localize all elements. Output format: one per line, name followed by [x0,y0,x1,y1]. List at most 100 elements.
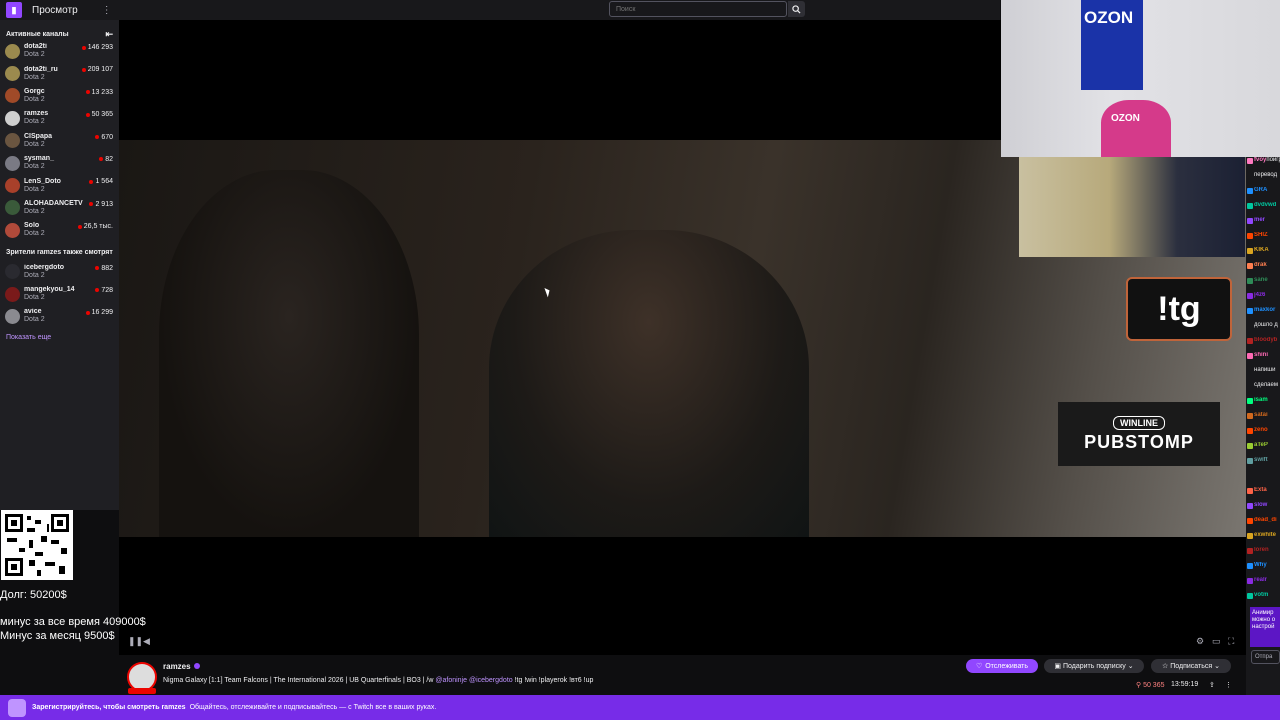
sidebar-channel-ramzes[interactable]: ramzes Dota 2 50 365 [0,107,119,129]
minus-all-time-text: минус за все время 409000$ [0,616,146,628]
mention-link-1[interactable]: @afoninje [435,677,467,684]
chat-username[interactable]: votm [1254,592,1268,598]
chat-message: j4z6 [1246,292,1280,307]
chat-badge-icon [1247,338,1253,344]
chat-username[interactable]: KIKA [1254,247,1269,253]
chat-username[interactable]: dead_di [1254,517,1277,523]
settings-gear-icon[interactable]: ⚙ [1196,636,1204,647]
chat-username[interactable]: realr [1254,577,1267,583]
live-dot-icon [85,90,90,95]
uptime: 13:59:19 [1171,681,1199,688]
sidebar-channel-icebergdoto[interactable]: icebergdoto Dota 2 882 [0,261,119,283]
channel-viewers: 1 564 [95,178,113,186]
chat-username[interactable]: slow [1254,502,1267,508]
pubstomp-logo-text: PUBSTOMP [1084,431,1194,452]
mention-link-2[interactable]: @icebergdoto [469,677,513,684]
gift-sub-button[interactable]: ▣ Подарить подписку ⌄ [1044,659,1144,673]
collapse-sidebar-icon[interactable]: ⇤ [105,29,113,40]
chat-badge-icon [1247,233,1253,239]
sidebar-channel-dota2ti[interactable]: dota2ti Dota 2 146 293 [0,40,119,62]
sidebar-channel-solo[interactable]: Solo Dota 2 26,5 тыс. [0,219,119,241]
chat-badge-icon [1247,443,1253,449]
pause-icon[interactable]: ❚❚ [128,636,143,647]
channel-viewer-count: 728 [95,287,113,294]
chat-send-button[interactable]: Отпра [1251,650,1280,664]
channel-viewers: 82 [105,155,113,163]
heart-icon: ♡ [975,663,983,670]
glitch-logo-icon [8,698,26,717]
chat-message: zeno [1246,427,1280,442]
chat-username[interactable]: Exta [1254,487,1267,493]
channel-name-row: ramzes [163,662,200,671]
sidebar-channel-lens_doto[interactable]: LenS_Doto Dota 21 564 [0,174,119,196]
chat-badge-icon [1247,218,1253,224]
channel-game: Dota 2 [24,294,45,302]
also-watch-header: Зрители ramzes также смотрят [6,248,113,256]
fullscreen-icon[interactable]: ⛶ [1228,636,1234,647]
channel-avatar [5,88,20,104]
chat-username[interactable]: isam [1254,397,1268,403]
chat-text: дошло д [1254,322,1278,328]
chat-username[interactable]: exwhite [1254,532,1276,538]
channel-viewer-count: 670 [95,134,113,141]
chat-username[interactable]: aTeP [1254,442,1268,448]
chat-text: сделаем [1254,382,1278,388]
channel-viewer-count: 146 293 [81,44,113,51]
chat-username[interactable]: loren [1254,547,1269,553]
chat-badge-icon [1247,398,1253,404]
twitch-logo-icon[interactable]: ▮ [6,2,22,18]
debt-overlay-text: Долг: 50200$ [0,589,67,601]
chat-badge-icon [1247,353,1253,359]
share-icon[interactable]: ⇪ [1209,681,1215,689]
banner-text: Общайтесь, отслеживайте и подписывайтесь… [189,704,437,711]
follow-button[interactable]: ♡ Отслеживать [966,659,1038,673]
sidebar-channel-mangekyou_14[interactable]: mangekyou_14 Dota 2 728 [0,283,119,305]
chat-badge-icon [1247,518,1253,524]
channel-name[interactable]: ramzes [163,662,191,671]
subscribe-button[interactable]: ☆ Подписаться ⌄ [1151,659,1231,673]
signup-banner[interactable]: Зарегистрируйтесь, чтобы смотреть ramzes… [0,695,1280,720]
more-options-icon[interactable]: ⋮ [1225,681,1232,689]
search-button[interactable] [788,1,805,17]
chat-username[interactable]: GRA [1254,187,1267,193]
live-badge [128,688,156,694]
sidebar-channel-dota2ti_ru[interactable]: dota2ti_ru Dota 2 209 107 [0,62,119,84]
chat-username[interactable]: j4z6 [1254,292,1265,298]
ozon-sign: OZON [1081,0,1143,90]
channel-viewer-count: 209 107 [81,66,113,73]
volume-icon[interactable]: ◀ [143,636,150,647]
chat-promo-box: Анимир можно о настрой [1250,607,1280,647]
show-more-link[interactable]: Показать еще [0,328,119,347]
chat-username[interactable]: swift [1254,457,1268,463]
chat-username[interactable]: shini [1254,352,1268,358]
search-input[interactable] [609,1,787,17]
sidebar-channel-sysman_[interactable]: sysman_ Dota 2 82 [0,152,119,174]
chat-username[interactable]: SHIZ [1254,232,1268,238]
sidebar-channel-alohadancetv[interactable]: ALOHADANCETV Dota 22 913 [0,197,119,219]
chat-message: swift [1246,457,1280,472]
sidebar-channel-avice[interactable]: avice Dota 2 16 299 [0,305,119,327]
chat-username[interactable]: drak [1254,262,1267,268]
chat-username[interactable]: dvdvwd [1254,202,1276,208]
chat-message: exwhite [1246,532,1280,547]
channel-viewer-count: 2 913 [89,201,113,208]
chat-message: SHIZ [1246,232,1280,247]
more-menu-icon[interactable]: ⋮ [102,5,112,16]
chat-message [1246,472,1280,487]
chat-username[interactable]: fvoy [1254,157,1266,163]
chat-username[interactable]: Why [1254,562,1267,568]
chat-username[interactable]: sane [1254,277,1268,283]
chat-username[interactable]: zeno [1254,427,1268,433]
chat-username[interactable]: bloodyb [1254,337,1277,343]
chat-message: Exta [1246,487,1280,502]
browse-link[interactable]: Просмотр [32,5,78,16]
channel-avatar [5,110,20,126]
sidebar-channel-gorgc[interactable]: Gorgc Dota 2 13 233 [0,85,119,107]
sidebar-channel-cispapa[interactable]: CISpapa Dota 2 670 [0,130,119,152]
theater-mode-icon[interactable]: ▭ [1212,636,1221,647]
chat-message: maxkor [1246,307,1280,322]
chat-username[interactable]: maxkor [1254,307,1275,313]
chat-username[interactable]: mer [1254,217,1265,223]
chat-username[interactable]: satai [1254,412,1268,418]
chat-badge-icon [1247,413,1253,419]
